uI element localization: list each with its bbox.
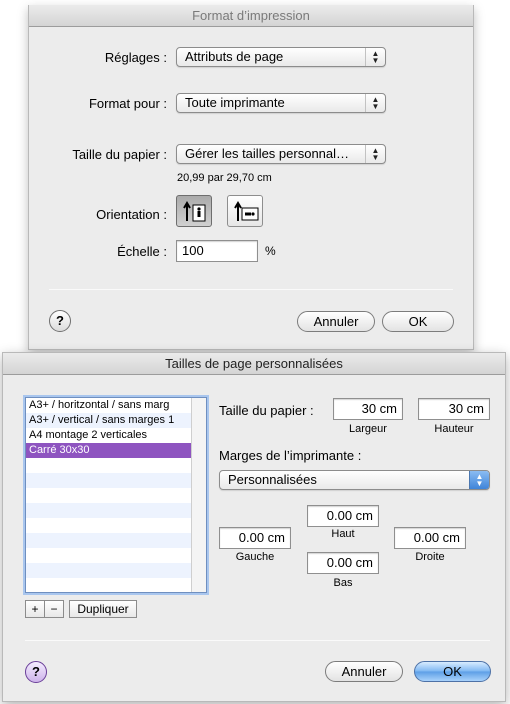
- list-empty-row: [26, 533, 192, 548]
- printer-margins-value: Personnalisées: [228, 472, 317, 487]
- updown-arrows-icon: ▲ ▼: [469, 471, 489, 489]
- list-scrollbar[interactable]: [191, 398, 206, 592]
- add-size-button[interactable]: +: [25, 600, 45, 618]
- list-empty-row: [26, 563, 192, 578]
- scale-label: Échelle :: [117, 244, 167, 259]
- orientation-portrait-button[interactable]: [176, 195, 212, 227]
- top-caption: Haut: [331, 528, 355, 540]
- paper-width-input[interactable]: 30 cm: [333, 398, 403, 420]
- ok-button[interactable]: OK: [382, 311, 454, 332]
- list-empty-row: [26, 488, 192, 503]
- list-empty-row: [26, 578, 192, 592]
- paper-height-input[interactable]: 30 cm: [418, 398, 490, 420]
- cancel-button[interactable]: Annuler: [297, 311, 375, 332]
- list-empty-row: [26, 518, 192, 533]
- page-setup-title: Format d’impression: [29, 5, 473, 27]
- list-empty-row: [26, 473, 192, 488]
- updown-arrows-icon: ▲ ▼: [365, 145, 385, 163]
- separator: [49, 289, 453, 290]
- separator: [25, 640, 490, 641]
- page-setup-dialog: Format d’impression Réglages : Attributs…: [28, 5, 474, 350]
- paper-size-list[interactable]: A3+ / horitzontal / sans marg A3+ / vert…: [25, 397, 207, 593]
- bottom-caption: Bas: [333, 577, 353, 589]
- duplicate-button[interactable]: Dupliquer: [69, 600, 137, 618]
- help-button[interactable]: ?: [49, 310, 71, 332]
- format-for-popup[interactable]: Toute imprimante ▲ ▼: [176, 93, 386, 113]
- custom-sizes-title: Tailles de page personnalisées: [3, 353, 505, 375]
- width-caption: Largeur: [349, 423, 387, 435]
- paper-size-dimensions: 20,99 par 29,70 cm: [177, 172, 272, 184]
- scale-unit: %: [265, 244, 276, 258]
- list-item[interactable]: A3+ / horitzontal / sans marg: [26, 398, 192, 413]
- list-empty-row: [26, 548, 192, 563]
- settings-value: Attributs de page: [185, 49, 284, 64]
- paper-size-value: Gérer les tailles personnal…: [185, 146, 350, 161]
- remove-size-button[interactable]: −: [44, 600, 64, 618]
- margin-right-input[interactable]: 0.00 cm: [394, 527, 466, 549]
- list-item[interactable]: A3+ / vertical / sans marges 1: [26, 413, 192, 428]
- orientation-label: Orientation :: [96, 207, 167, 222]
- paper-size-popup[interactable]: Gérer les tailles personnal… ▲ ▼: [176, 144, 386, 164]
- ok-button[interactable]: OK: [414, 661, 491, 682]
- updown-arrows-icon: ▲ ▼: [365, 48, 385, 66]
- updown-arrows-icon: ▲ ▼: [365, 94, 385, 112]
- cancel-button[interactable]: Annuler: [325, 661, 403, 682]
- format-for-value: Toute imprimante: [185, 95, 285, 110]
- settings-popup[interactable]: Attributs de page ▲ ▼: [176, 47, 386, 67]
- settings-label: Réglages :: [104, 50, 167, 65]
- height-caption: Hauteur: [434, 423, 474, 435]
- orientation-landscape-button[interactable]: [227, 195, 263, 227]
- list-item-selected[interactable]: Carré 30x30: [26, 443, 192, 458]
- custom-paper-size-label: Taille du papier :: [219, 403, 314, 418]
- margin-left-input[interactable]: 0.00 cm: [219, 527, 291, 549]
- margin-top-input[interactable]: 0.00 cm: [307, 505, 379, 527]
- scale-input[interactable]: 100: [176, 240, 258, 262]
- portrait-icon: [183, 201, 206, 222]
- right-caption: Droite: [415, 551, 445, 563]
- list-empty-row: [26, 503, 192, 518]
- printer-margins-label: Marges de l’imprimante :: [219, 448, 362, 463]
- paper-size-label: Taille du papier :: [72, 147, 167, 162]
- help-button[interactable]: ?: [25, 661, 47, 683]
- landscape-icon: [234, 201, 259, 221]
- margin-bottom-input[interactable]: 0.00 cm: [307, 552, 379, 574]
- list-item[interactable]: A4 montage 2 verticales: [26, 428, 192, 443]
- custom-paper-sizes-dialog: Tailles de page personnalisées A3+ / hor…: [2, 352, 506, 702]
- left-caption: Gauche: [235, 551, 275, 563]
- format-for-label: Format pour :: [88, 96, 167, 111]
- list-empty-row: [26, 458, 192, 473]
- printer-margins-popup[interactable]: Personnalisées ▲ ▼: [219, 470, 490, 490]
